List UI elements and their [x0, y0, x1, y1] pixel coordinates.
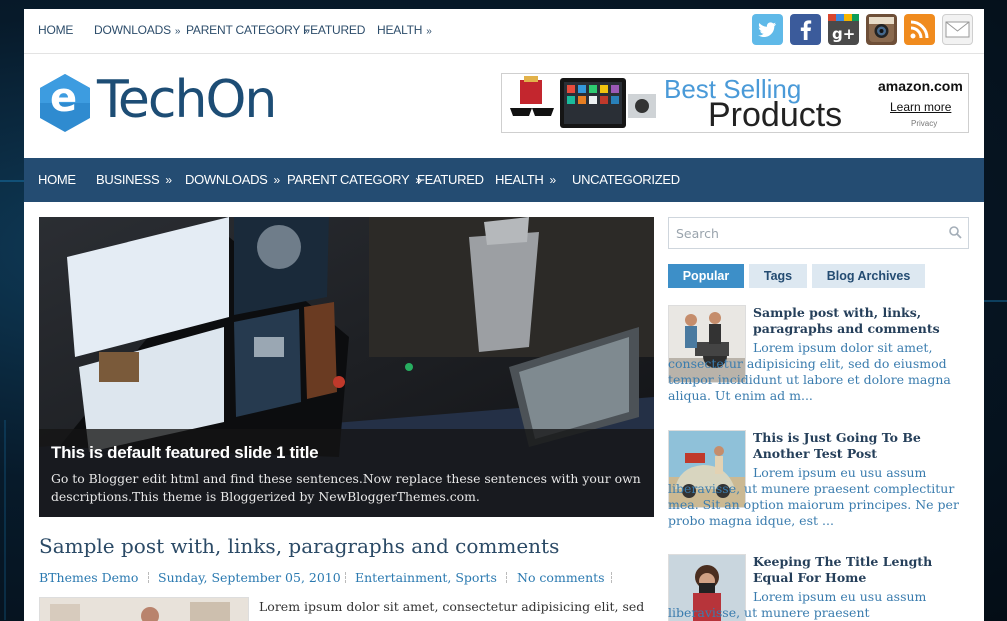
featured-slider[interactable]: This is default featured slide 1 title G…: [39, 217, 654, 517]
main-nav-label: HEALTH: [495, 172, 544, 187]
blog-page: HOME DOWNLOADS» PARENT CATEGORY» FEATURE…: [24, 9, 984, 621]
instagram-icon[interactable]: [866, 14, 897, 45]
post-excerpt: Lorem ipsum dolor sit amet, consectetur …: [259, 599, 645, 614]
popular-post-title[interactable]: Sample post with, links, paragraphs and …: [753, 305, 968, 337]
ad-learn-more-link[interactable]: Learn more: [890, 100, 951, 114]
top-nav-label: DOWNLOADS: [94, 23, 171, 37]
slide-caption: This is default featured slide 1 title G…: [39, 429, 654, 517]
top-nav-home[interactable]: HOME: [38, 23, 73, 37]
meta-separator: [506, 572, 508, 583]
main-nav-business[interactable]: BUSINESS »: [96, 172, 172, 187]
site-logo[interactable]: e TechOn: [38, 70, 278, 133]
post-categories[interactable]: Entertainment, Sports: [355, 570, 497, 585]
tab-blog-archives[interactable]: Blog Archives: [812, 264, 925, 288]
popular-post-item: This is Just Going To Be Another Test Po…: [668, 430, 968, 550]
top-nav-label: PARENT CATEGORY: [186, 23, 301, 37]
main-nav-uncategorized[interactable]: UNCATEGORIZED: [572, 172, 680, 187]
popular-post-item: Sample post with, links, paragraphs and …: [668, 305, 968, 425]
popular-post-item: Keeping The Title Length Equal For Home …: [668, 554, 968, 621]
ad-products-image: [510, 76, 656, 128]
top-nav-featured[interactable]: FEATURED: [303, 23, 365, 37]
submenu-arrow-icon: »: [174, 26, 181, 37]
amazon-ad-banner[interactable]: Best Selling Products amazon.com Learn m…: [501, 73, 969, 133]
slide-description: Go to Blogger edit html and find these s…: [51, 471, 641, 504]
meta-separator: [148, 572, 150, 583]
logo-text: TechOn: [97, 70, 277, 130]
top-nav-label: FEATURED: [303, 23, 366, 37]
main-nav-label: DOWNLOADS: [185, 172, 268, 187]
submenu-arrow-icon: »: [549, 173, 557, 187]
popular-post-excerpt: Lorem ipsum dolor sit amet, consectetur …: [668, 340, 951, 403]
main-nav-label: PARENT CATEGORY: [287, 172, 410, 187]
main-nav-label: HOME: [38, 172, 76, 187]
main-nav-label: FEATURED: [417, 172, 484, 187]
svg-text:g+: g+: [832, 25, 855, 43]
main-nav-health[interactable]: HEALTH »: [495, 172, 556, 187]
search-input[interactable]: [669, 218, 946, 248]
popular-post-title[interactable]: Keeping The Title Length Equal For Home: [753, 554, 968, 586]
ad-brand: amazon.com: [878, 78, 963, 94]
google-plus-icon[interactable]: g+: [828, 14, 859, 45]
twitter-icon[interactable]: [752, 14, 783, 45]
popular-post-title[interactable]: This is Just Going To Be Another Test Po…: [753, 430, 968, 462]
search-box: [668, 217, 969, 249]
top-nav-parent-category[interactable]: PARENT CATEGORY»: [186, 23, 310, 37]
tab-popular[interactable]: Popular: [668, 264, 744, 288]
logo-letter: e: [50, 75, 78, 121]
main-nav-label: UNCATEGORIZED: [572, 172, 680, 187]
slide-title[interactable]: This is default featured slide 1 title: [51, 443, 319, 463]
post-author[interactable]: BThemes Demo: [39, 570, 138, 585]
submenu-arrow-icon: »: [273, 173, 281, 187]
tab-tags[interactable]: Tags: [749, 264, 807, 288]
background-line: [0, 180, 24, 182]
meta-separator: [611, 572, 613, 583]
post-title[interactable]: Sample post with, links, paragraphs and …: [39, 534, 559, 558]
post-thumbnail-image: [40, 598, 248, 621]
background-line: [984, 300, 1007, 302]
main-nav-label: BUSINESS: [96, 172, 160, 187]
top-nav-health[interactable]: HEALTH»: [377, 23, 432, 37]
background-line: [4, 420, 6, 620]
popular-post-excerpt: Lorem ipsum eu usu assum liberavisse, ut…: [668, 465, 959, 528]
post-thumbnail[interactable]: [39, 597, 249, 621]
ad-headline-2: Products: [708, 96, 843, 133]
facebook-icon[interactable]: [790, 14, 821, 45]
main-nav: HOME BUSINESS » DOWNLOADS » PARENT CATEGOR…: [24, 158, 984, 202]
top-nav: HOME DOWNLOADS» PARENT CATEGORY» FEATURE…: [24, 9, 984, 54]
meta-separator: [345, 572, 347, 583]
submenu-arrow-icon: »: [426, 26, 432, 37]
search-icon[interactable]: [949, 226, 962, 239]
email-icon[interactable]: [942, 14, 973, 45]
submenu-arrow-icon: »: [165, 173, 172, 187]
top-nav-label: HEALTH: [377, 23, 423, 37]
post-comments-link[interactable]: No comments: [517, 570, 605, 585]
rss-icon[interactable]: [904, 14, 935, 45]
main-nav-featured[interactable]: FEATURED: [417, 172, 484, 187]
ad-privacy-link[interactable]: Privacy: [911, 119, 937, 128]
main-nav-home[interactable]: HOME: [38, 172, 76, 187]
main-nav-downloads[interactable]: DOWNLOADS »: [185, 172, 280, 187]
top-nav-downloads[interactable]: DOWNLOADS»: [94, 23, 180, 37]
main-nav-parent-category[interactable]: PARENT CATEGORY»: [287, 172, 422, 187]
popular-post-excerpt: Lorem ipsum eu usu assum liberavisse, ut…: [668, 589, 927, 620]
post-date[interactable]: Sunday, September 05, 2010: [158, 570, 341, 585]
top-nav-label: HOME: [38, 23, 74, 37]
